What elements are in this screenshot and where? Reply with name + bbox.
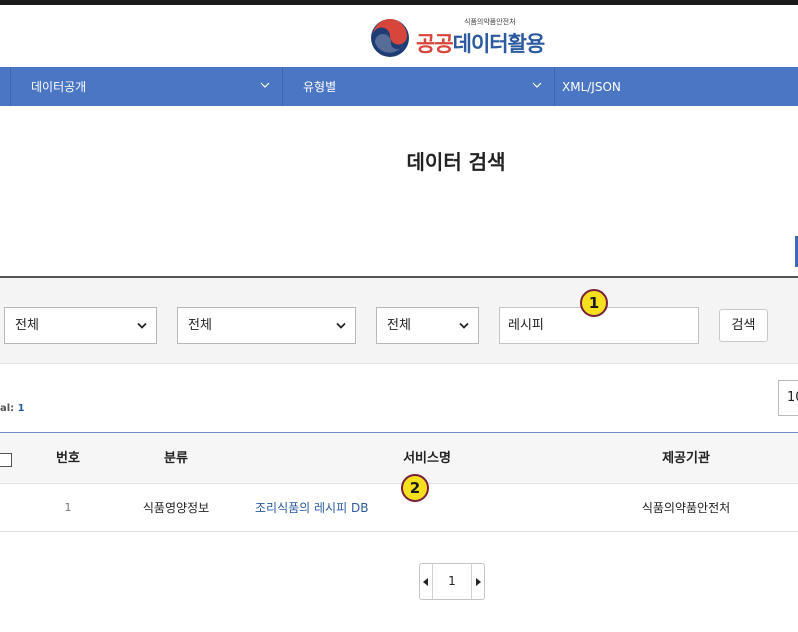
column-header-provider: 제공기관 <box>662 451 710 466</box>
chevron-down-icon <box>137 322 147 329</box>
chevron-down-icon <box>336 322 346 329</box>
row-provider: 식품의약품안전처 <box>641 501 731 515</box>
rows-per-page-select[interactable]: 10 <box>778 380 798 416</box>
column-header-category: 분류 <box>164 451 188 466</box>
total-count: al: 1 <box>0 403 25 414</box>
chevron-down-icon <box>532 82 542 88</box>
total-count-value: 1 <box>17 403 25 414</box>
current-page[interactable]: 1 <box>433 564 471 599</box>
type-select-value: 전체 <box>188 318 212 333</box>
field-select-value: 전체 <box>387 318 411 333</box>
site-logo[interactable]: 식품의약품안전처 공공데이터활용 <box>370 17 546 58</box>
table-row: 1 식품영양정보 조리식품의 레시피 DB 식품의약품안전처 <box>0 484 798 532</box>
select-all-checkbox[interactable] <box>0 453 12 467</box>
nav-item-xml-json[interactable]: XML/JSON <box>554 67 798 106</box>
caret-left-icon <box>423 578 428 586</box>
pagination: 1 <box>419 563 485 600</box>
chevron-down-icon <box>260 82 270 88</box>
logo-title-part1: 공공 <box>416 32 454 56</box>
prev-page-button[interactable] <box>420 564 433 599</box>
caret-right-icon <box>476 578 481 586</box>
nav-item-by-type[interactable]: 유형별 <box>282 67 554 106</box>
column-header-number: 번호 <box>56 451 80 466</box>
row-service-link[interactable]: 조리식품의 레시피 DB <box>255 484 385 532</box>
category-select-value: 전체 <box>15 318 39 333</box>
total-count-label: al: <box>0 403 15 414</box>
row-category: 식품영양정보 <box>142 501 210 515</box>
nav-item-data-public[interactable]: 데이터공개 <box>10 67 282 106</box>
nav-item-label: 유형별 <box>303 80 337 94</box>
logo-title: 공공데이터활용 <box>416 28 546 58</box>
main-nav: 데이터공개 유형별 XML/JSON <box>0 67 798 106</box>
annotation-badge-1: 1 <box>580 289 608 317</box>
page: 식품의약품안전처 공공데이터활용 데이터공개 유형별 XML/JSON 데이터 … <box>0 0 798 632</box>
search-button[interactable]: 검색 <box>719 309 768 342</box>
field-select[interactable]: 전체 <box>376 307 479 344</box>
annotation-badge-2: 2 <box>401 474 429 502</box>
taegeuk-logo-icon <box>371 18 409 57</box>
row-number: 1 <box>64 501 72 514</box>
column-header-service: 서비스명 <box>403 451 451 466</box>
next-page-button[interactable] <box>471 564 484 599</box>
logo-org-name: 식품의약품안전처 <box>464 18 516 26</box>
site-header: 식품의약품안전처 공공데이터활용 <box>0 5 798 66</box>
category-select[interactable]: 전체 <box>4 307 157 344</box>
nav-item-label: XML/JSON <box>562 79 621 94</box>
type-select[interactable]: 전체 <box>177 307 356 344</box>
search-panel: 전체 전체 전체 레시피 검색 <box>0 276 798 364</box>
page-title: 데이터 검색 <box>406 150 506 174</box>
table-header: 번호 분류 서비스명 제공기관 <box>0 432 798 484</box>
nav-item-label: 데이터공개 <box>31 80 87 94</box>
logo-title-part2: 데이터활용 <box>452 32 546 56</box>
chevron-down-icon <box>459 322 469 329</box>
